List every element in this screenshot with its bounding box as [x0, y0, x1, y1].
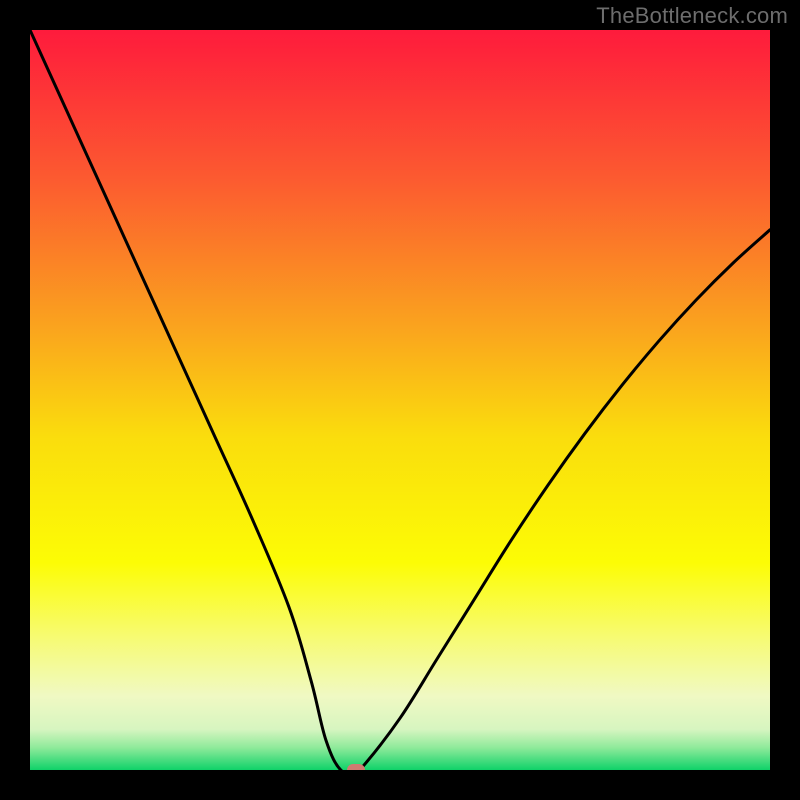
chart-frame: TheBottleneck.com	[0, 0, 800, 800]
watermark-text: TheBottleneck.com	[596, 3, 788, 29]
plot-area	[30, 30, 770, 770]
optimal-point-marker	[347, 764, 365, 770]
gradient-background	[30, 30, 770, 770]
chart-canvas	[30, 30, 770, 770]
